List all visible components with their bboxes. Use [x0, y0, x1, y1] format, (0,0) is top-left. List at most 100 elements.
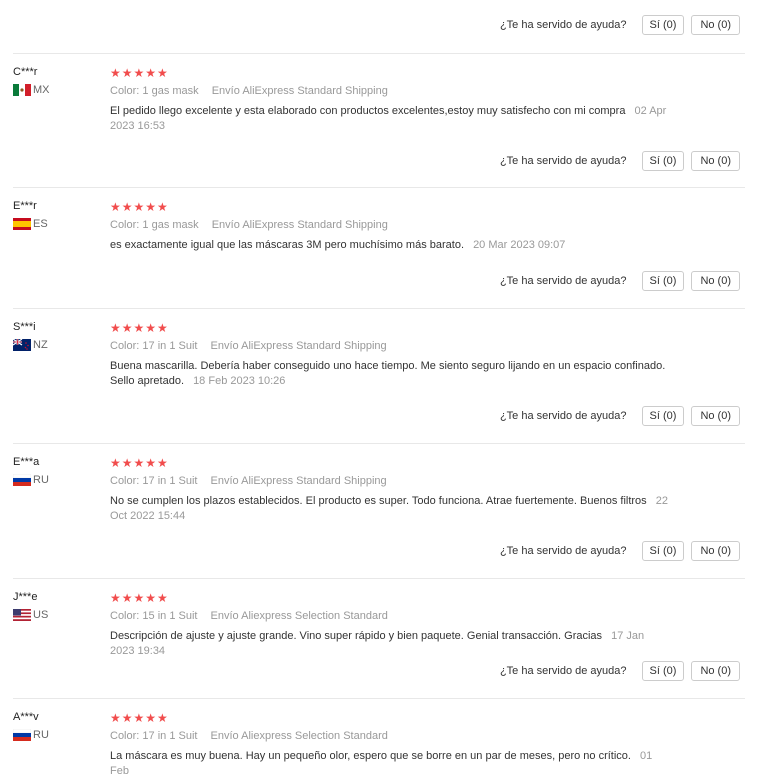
star-rating: ★★★★★ [110, 321, 169, 335]
color-value: 15 in 1 Suit [142, 610, 198, 622]
reviewer-country: US [13, 609, 103, 621]
review-text: La máscara es muy buena. Hay un pequeño … [110, 749, 670, 779]
country-code: US [33, 609, 49, 621]
helpful-no-button[interactable]: No (0) [691, 406, 740, 426]
review-date: 18 Feb 2023 10:26 [193, 375, 286, 387]
color-value: 17 in 1 Suit [142, 730, 198, 742]
shipping-value: AliExpress Standard Shipping [241, 340, 387, 352]
review-item: J***e US ★★★★★ Color: 15 in 1 Suit Envío… [13, 578, 745, 699]
shipping-label: Envío [210, 340, 239, 352]
reviewer: E***a RU [13, 456, 103, 486]
reviewer: S***i NZ [13, 321, 103, 351]
country-code: RU [33, 474, 49, 486]
review-text: El pedido llego excelente y esta elabora… [110, 104, 670, 134]
review-content: ★★★★★ Color: 15 in 1 Suit Envío Aliexpre… [110, 591, 670, 659]
usa-flag-icon [13, 609, 31, 621]
shipping-label: Envío [210, 610, 239, 622]
reviewer-name: E***a [13, 456, 40, 468]
mexico-flag-icon [13, 84, 31, 96]
shipping-value: AliExpress Standard Shipping [242, 219, 388, 231]
color-value: 17 in 1 Suit [142, 475, 198, 487]
country-code: MX [33, 84, 50, 96]
helpful-no-button[interactable]: No (0) [691, 151, 740, 171]
review-text: es exactamente igual que las máscaras 3M… [110, 238, 670, 253]
shipping-label: Envío [210, 730, 239, 742]
review-item: C***r MX ★★★★★ Color: 1 gas mask Envío A… [13, 53, 745, 188]
review-text: Buena mascarilla. Debería haber consegui… [110, 359, 670, 389]
helpful-yes-button[interactable]: Sí (0) [641, 541, 685, 561]
reviewer-country: MX [13, 84, 103, 96]
review-content: ★★★★★ Color: 17 in 1 Suit Envío AliExpre… [110, 456, 670, 524]
review-body: Descripción de ajuste y ajuste grande. V… [110, 630, 603, 642]
review-body: No se cumplen los plazos establecidos. E… [110, 495, 647, 507]
review-attributes: Color: 15 in 1 Suit Envío Aliexpress Sel… [110, 609, 670, 623]
review-content: ★★★★★ Color: 1 gas mask Envío AliExpress… [110, 66, 670, 134]
helpful-row: ¿Te ha servido de ayuda? Sí (0) No (0) [500, 271, 740, 291]
review-item: E***r ES ★★★★★ Color: 1 gas mask Envío A… [13, 187, 745, 308]
reviewer-name: C***r [13, 66, 38, 78]
review-attributes: Color: 17 in 1 Suit Envío AliExpress Sta… [110, 474, 670, 488]
review-content: ★★★★★ Color: 17 in 1 Suit Envío AliExpre… [110, 321, 670, 389]
review-item: E***a RU ★★★★★ Color: 17 in 1 Suit Envío… [13, 443, 745, 578]
star-rating: ★★★★★ [110, 200, 169, 214]
review-attributes: Color: 17 in 1 Suit Envío Aliexpress Sel… [110, 729, 670, 743]
helpful-question: ¿Te ha servido de ayuda? [499, 155, 627, 167]
helpful-question: ¿Te ha servido de ayuda? [499, 275, 627, 287]
shipping-value: AliExpress Standard Shipping [241, 475, 387, 487]
shipping-label: Envío [211, 219, 240, 231]
star-rating: ★★★★★ [110, 591, 169, 605]
color-label: Color: [110, 340, 140, 352]
reviewer: A***v RU [13, 711, 103, 741]
helpful-no-button[interactable]: No (0) [691, 541, 740, 561]
shipping-value: Aliexpress Selection Standard [241, 730, 388, 742]
color-value: 17 in 1 Suit [142, 340, 198, 352]
reviewer: E***r ES [13, 200, 103, 230]
shipping-value: Aliexpress Selection Standard [241, 610, 388, 622]
helpful-yes-button[interactable]: Sí (0) [641, 406, 685, 426]
previous-review-footer: ¿Te ha servido de ayuda? Sí (0) No (0) [0, 0, 760, 40]
country-code: ES [33, 218, 48, 230]
helpful-no-button[interactable]: No (0) [691, 15, 740, 35]
country-code: RU [33, 729, 49, 741]
helpful-yes-button[interactable]: Sí (0) [641, 661, 685, 681]
helpful-question: ¿Te ha servido de ayuda? [499, 19, 627, 31]
helpful-question: ¿Te ha servido de ayuda? [499, 410, 627, 422]
helpful-yes-button[interactable]: Sí (0) [641, 151, 685, 171]
review-body: El pedido llego excelente y esta elabora… [110, 105, 626, 117]
review-attributes: Color: 1 gas mask Envío AliExpress Stand… [110, 218, 670, 232]
review-item: S***i NZ ★★★★★ Color: 17 in 1 Suit Envío… [13, 308, 745, 443]
shipping-label: Envío [211, 85, 240, 97]
helpful-row: ¿Te ha servido de ayuda? Sí (0) No (0) [500, 15, 740, 35]
star-rating: ★★★★★ [110, 456, 169, 470]
helpful-no-button[interactable]: No (0) [691, 661, 740, 681]
review-attributes: Color: 1 gas mask Envío AliExpress Stand… [110, 84, 670, 98]
review-content: ★★★★★ Color: 1 gas mask Envío AliExpress… [110, 200, 670, 253]
helpful-row: ¿Te ha servido de ayuda? Sí (0) No (0) [500, 661, 740, 681]
helpful-yes-button[interactable]: Sí (0) [641, 271, 685, 291]
reviewer-name: E***r [13, 200, 37, 212]
new-zealand-flag-icon [13, 339, 31, 351]
helpful-no-button[interactable]: No (0) [691, 271, 740, 291]
review-content: ★★★★★ Color: 17 in 1 Suit Envío Aliexpre… [110, 711, 670, 779]
helpful-yes-button[interactable]: Sí (0) [641, 15, 685, 35]
review-body: es exactamente igual que las máscaras 3M… [110, 239, 464, 251]
star-rating: ★★★★★ [110, 711, 169, 725]
review-body: La máscara es muy buena. Hay un pequeño … [110, 750, 631, 762]
review-item: A***v RU ★★★★★ Color: 17 in 1 Suit Envío… [13, 698, 745, 777]
russia-flag-icon [13, 474, 31, 486]
reviewer-country: RU [13, 729, 103, 741]
review-date: 20 Mar 2023 09:07 [473, 239, 566, 251]
reviewer-name: S***i [13, 321, 36, 333]
color-value: 1 gas mask [142, 219, 199, 231]
color-label: Color: [110, 219, 140, 231]
helpful-row: ¿Te ha servido de ayuda? Sí (0) No (0) [500, 541, 740, 561]
review-text: Descripción de ajuste y ajuste grande. V… [110, 629, 670, 659]
country-code: NZ [33, 339, 48, 351]
helpful-question: ¿Te ha servido de ayuda? [499, 665, 627, 677]
reviewer: C***r MX [13, 66, 103, 96]
helpful-row: ¿Te ha servido de ayuda? Sí (0) No (0) [500, 151, 740, 171]
helpful-row: ¿Te ha servido de ayuda? Sí (0) No (0) [500, 406, 740, 426]
reviewer-country: RU [13, 474, 103, 486]
reviewer-country: ES [13, 218, 103, 230]
russia-flag-icon [13, 729, 31, 741]
